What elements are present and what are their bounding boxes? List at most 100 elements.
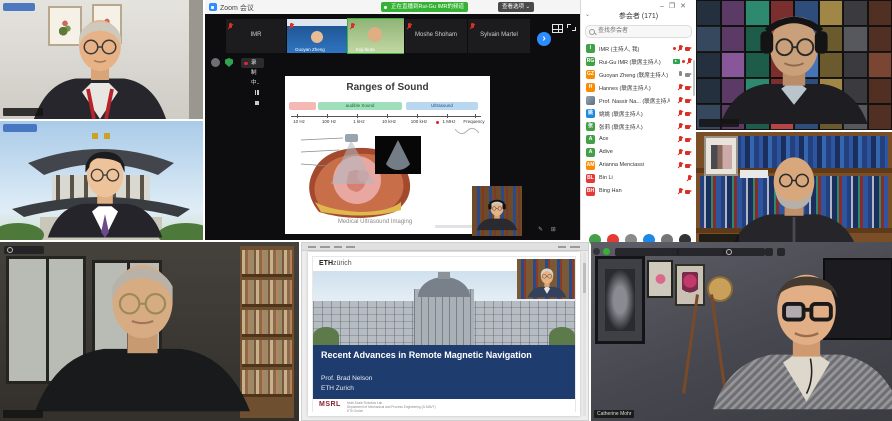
speaker-person (35, 250, 250, 421)
mic-muted-icon (678, 123, 683, 130)
frequency-axis (291, 116, 481, 117)
presentation-window: ETHzürich Recent Advances in Remote Magn… (301, 242, 589, 421)
shared-screen-slide: Ranges of Sound audible Sound Ultrasound… (285, 76, 490, 234)
gallery-view-icon[interactable] (552, 24, 563, 33)
infrasound-band (289, 102, 316, 110)
participant-row[interactable]: RG Rui-Gu IMR (联席主持人) (581, 55, 696, 68)
recording-dot-icon (682, 60, 686, 64)
participant-name: IMR (主持人, 我) (599, 45, 670, 53)
camera-off-icon (685, 189, 692, 194)
participant-row[interactable]: GZ Guoyan Zheng (联席主持人) (581, 68, 696, 81)
live-streaming-badge: 正在直播到Rui-Gu IMR的频道 (381, 2, 468, 12)
camera-off-icon (685, 98, 692, 103)
participant-row[interactable]: BL Bin Li (581, 172, 696, 185)
participant-name: Ace (599, 136, 670, 142)
participant-row[interactable]: H Hannes (联席主持人) (581, 81, 696, 94)
zoom-content-area: IMR Guoyan Zheng Koji Ikuta Moshe Shoham… (205, 14, 580, 240)
exit-button[interactable] (777, 248, 785, 256)
participant-name: Prof. Nassir Na... (联席主持人) (599, 97, 670, 105)
participant-row[interactable]: 姚 姚姚 (联席主持人) (581, 107, 696, 120)
screenshot-canvas: Zoom 会议 正在直播到Rui-Gu IMR的频道 查看选项 ⌄ IMR Gu… (0, 0, 892, 421)
mic-muted-icon (687, 175, 692, 182)
audible-sound-band: audible Sound (318, 102, 402, 110)
avatar: BL (586, 174, 595, 183)
mic-muted-icon (228, 23, 233, 30)
mic-muted-icon (678, 136, 683, 143)
attribution-text-bar (435, 225, 477, 228)
video-feed-top-right (696, 0, 892, 130)
participant-name: Adive (599, 149, 670, 155)
panel-window-controls[interactable]: –❐✕ (660, 2, 691, 10)
participant-row[interactable]: Prof. Nassir Na... (联席主持人) (581, 94, 696, 107)
speaker-person (525, 263, 569, 299)
participant-name: Rui-Gu IMR (联席主持人) (599, 58, 670, 66)
freq-axis-label: Frequency (463, 119, 484, 124)
participant-row[interactable]: 张 张莉 (联席主持人) (581, 120, 696, 133)
participant-row[interactable]: A Adive (581, 146, 696, 159)
speaker-pip-video[interactable] (517, 259, 575, 299)
video-feed-top-left (0, 0, 203, 119)
avatar: AM (586, 161, 595, 170)
camera-off-icon (685, 137, 692, 142)
participant-name-label (3, 108, 43, 116)
participant-name: Hannes (联席主持人) (599, 84, 670, 92)
camera-off-icon (685, 111, 692, 116)
search-icon (589, 29, 595, 35)
participant-name-label (699, 119, 739, 127)
tile-name: Sylvain Martel (468, 32, 530, 38)
participant-list: I IMR (主持人, 我) RG Rui-Gu IMR (联席主持人) GZ … (581, 42, 696, 198)
zoom-meeting-window: Zoom 会议 正在直播到Rui-Gu IMR的频道 查看选项 ⌄ IMR Gu… (205, 0, 580, 240)
minimize-button[interactable] (765, 248, 773, 256)
speaker-person (709, 260, 892, 421)
streaming-status-chip (615, 248, 679, 256)
search-input[interactable] (598, 26, 686, 36)
view-options-dropdown[interactable]: 查看选项 ⌄ (498, 2, 534, 12)
filmstrip-tile[interactable]: Moshe Shoham (404, 18, 468, 54)
participant-name-label (699, 234, 739, 242)
slide-title: Recent Advances in Remote Magnetic Navig… (321, 350, 567, 360)
stop-recording-button[interactable] (254, 100, 259, 105)
pause-recording-button[interactable] (254, 90, 259, 95)
tile-name: Moshe Shoham (405, 32, 467, 38)
tile-name: IMR (226, 32, 286, 38)
filmstrip-tile[interactable]: IMR (225, 18, 287, 54)
filmstrip-tile-video[interactable]: Guoyan Zheng (286, 18, 348, 54)
participant-name-label (3, 410, 43, 418)
video-feed-bottom-right: Catherine Mohr (591, 242, 892, 421)
zoom-window-title: Zoom 会议 (220, 3, 254, 13)
participant-name: 姚姚 (联席主持人) (599, 110, 670, 118)
avatar: GZ (586, 70, 595, 79)
freq-tick-label: 100 Hz (322, 119, 336, 124)
speaker-person (25, 14, 175, 119)
avatar: 姚 (586, 109, 595, 118)
slide-affiliation: ETH Zurich (321, 385, 354, 392)
eth-title-slide: ETHzürich Recent Advances in Remote Magn… (312, 256, 576, 412)
fullscreen-icon[interactable] (567, 24, 576, 31)
view-options-chip[interactable] (723, 248, 765, 256)
audio-status-icon[interactable] (211, 58, 220, 67)
participant-row[interactable]: AM Arianna Menciassi (581, 159, 696, 172)
annotation-toolbar-icons[interactable]: ✎ ⊞ (538, 226, 559, 233)
view-options-chip[interactable] (4, 246, 44, 254)
recording-indicator-chip: 录制中.. (241, 58, 264, 68)
mic-muted-icon (678, 84, 683, 91)
participant-search-box[interactable] (585, 25, 692, 38)
status-icon (593, 248, 600, 255)
slide-title-band: Recent Advances in Remote Magnetic Navig… (313, 345, 575, 399)
panel-scrollbar[interactable] (693, 60, 695, 96)
chevron-down-icon: ⌄ (526, 4, 531, 10)
participant-row[interactable]: I IMR (主持人, 我) (581, 42, 696, 55)
slide-footer: MSRL Multi-Scale Robotics Lab Department… (313, 399, 575, 412)
camera-off-icon (685, 124, 692, 129)
filmstrip-tile[interactable]: Sylvain Martel (467, 18, 531, 54)
participant-row[interactable]: A Ace (581, 133, 696, 146)
filmstrip-next-page-button[interactable]: › (537, 32, 551, 46)
participant-row[interactable]: BH Bing Han (581, 185, 696, 198)
framed-artwork (647, 260, 673, 298)
ultrasound-band: Ultrasound (406, 102, 478, 110)
avatar: A (586, 135, 595, 144)
security-shield-icon[interactable] (225, 58, 233, 67)
filmstrip-tile-video-active[interactable]: Koji Ikuta (347, 18, 405, 54)
presenter-pip-video[interactable] (472, 186, 522, 236)
dome (418, 277, 470, 297)
